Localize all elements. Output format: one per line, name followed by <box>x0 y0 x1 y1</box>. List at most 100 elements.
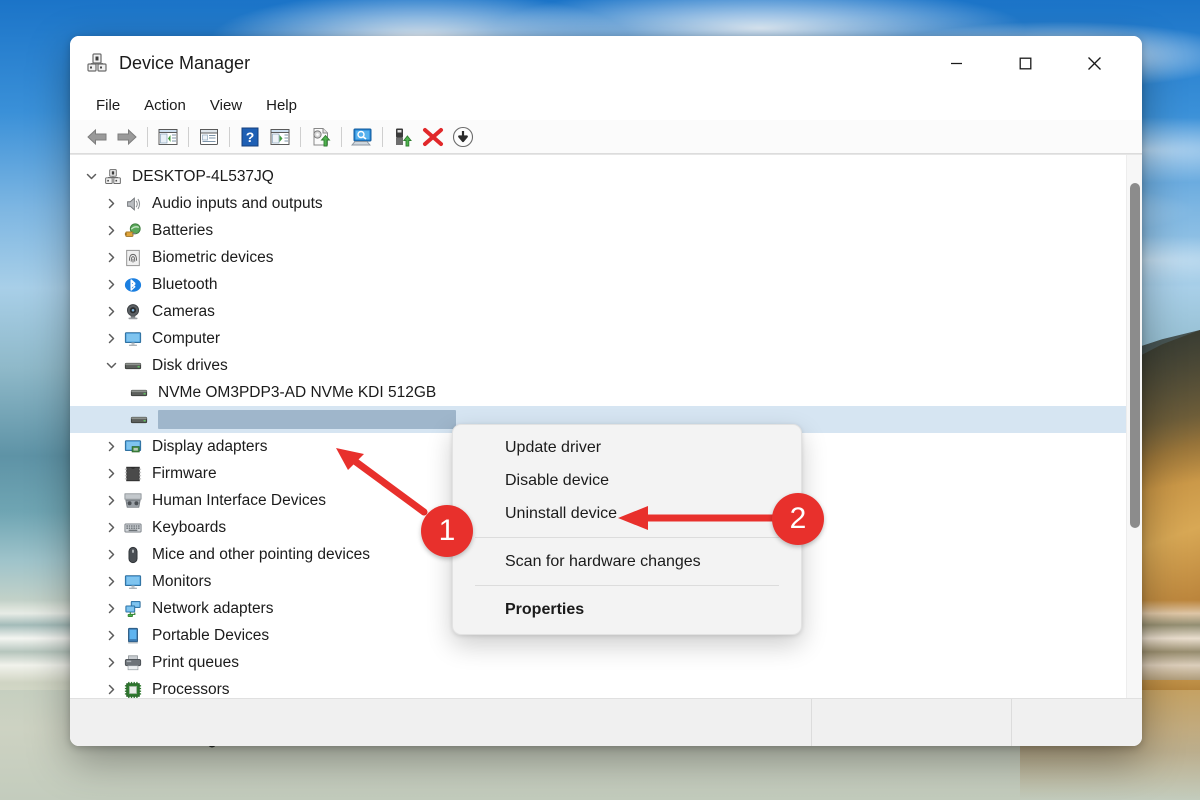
chevron-right-icon[interactable] <box>100 603 122 614</box>
chevron-right-icon[interactable] <box>100 549 122 560</box>
monitor-icon <box>122 573 144 591</box>
enable-device-button[interactable] <box>388 123 418 151</box>
update-driver-icon <box>313 127 331 146</box>
minimize-button[interactable] <box>933 36 980 90</box>
scan-for-hardware-changes-button[interactable] <box>347 123 377 151</box>
chevron-right-icon[interactable] <box>100 333 122 344</box>
tree-row-processors[interactable]: Processors <box>70 676 1126 698</box>
menu-action[interactable]: Action <box>132 95 198 116</box>
maximize-icon <box>1019 57 1032 69</box>
tree-item-label: Network adapters <box>152 599 274 617</box>
disk-drive-icon <box>122 357 144 375</box>
properties-icon <box>200 128 218 145</box>
statusbar-segment-1 <box>70 699 812 746</box>
menu-item-update-driver[interactable]: Update driver <box>453 431 801 464</box>
tree-row-biometric[interactable]: Biometric devices <box>70 244 1126 271</box>
chevron-down-icon[interactable] <box>80 171 102 182</box>
chevron-right-icon[interactable] <box>100 657 122 668</box>
tree-item-label: Bluetooth <box>152 275 218 293</box>
show-hide-console-tree-button[interactable] <box>153 123 183 151</box>
menu-view[interactable]: View <box>198 95 254 116</box>
tree-row-nvme-disk[interactable]: NVMe OM3PDP3-AD NVMe KDI 512GB <box>70 379 1126 406</box>
vertical-scrollbar[interactable] <box>1126 155 1142 698</box>
menu-item-properties[interactable]: Properties <box>453 593 801 626</box>
tree-item-label: Monitors <box>152 572 212 590</box>
help-icon: ? <box>241 127 259 146</box>
tree-item-label: Print queues <box>152 653 240 671</box>
speaker-icon <box>122 195 144 213</box>
toolbar-separator <box>300 126 301 147</box>
human-interface-device-icon <box>122 492 144 510</box>
tree-row-cameras[interactable]: Cameras <box>70 298 1126 325</box>
tree-item-label: Display adapters <box>152 437 268 455</box>
disable-device-icon <box>452 126 474 147</box>
help-button[interactable]: ? <box>235 123 265 151</box>
toolbar-separator <box>188 126 189 147</box>
menu-item-scan-for-hardware-changes[interactable]: Scan for hardware changes <box>453 545 801 578</box>
tree-item-label: Processors <box>152 680 230 698</box>
tree-item-label: Cameras <box>152 302 215 320</box>
printer-icon <box>122 654 144 672</box>
properties-button[interactable] <box>194 123 224 151</box>
chevron-right-icon[interactable] <box>100 468 122 479</box>
bluetooth-icon <box>122 276 144 294</box>
tree-row-print-queues[interactable]: Print queues <box>70 649 1126 676</box>
maximize-button[interactable] <box>1002 36 1049 90</box>
show-hide-action-pane-button[interactable] <box>265 123 295 151</box>
camera-icon <box>122 303 144 321</box>
back-button[interactable] <box>82 123 112 151</box>
desktop-wallpaper: Device Manager File Action View Help ? D… <box>0 0 1200 800</box>
update-driver-button[interactable] <box>306 123 336 151</box>
context-menu[interactable]: Update driver Disable device Uninstall d… <box>452 424 802 635</box>
chevron-right-icon[interactable] <box>100 522 122 533</box>
menu-separator <box>475 537 779 538</box>
chevron-down-icon[interactable] <box>100 360 122 371</box>
forward-button[interactable] <box>112 123 142 151</box>
processor-icon <box>122 681 144 699</box>
tree-row-computer[interactable]: Computer <box>70 325 1126 352</box>
tree-item-label: Disk drives <box>152 356 228 374</box>
tree-row-batteries[interactable]: Batteries <box>70 217 1126 244</box>
chevron-right-icon[interactable] <box>100 306 122 317</box>
scrollbar-thumb[interactable] <box>1130 183 1140 528</box>
chevron-right-icon[interactable] <box>100 495 122 506</box>
chevron-right-icon[interactable] <box>100 198 122 209</box>
disable-device-button[interactable] <box>448 123 478 151</box>
menu-item-uninstall-device[interactable]: Uninstall device <box>453 497 801 530</box>
device-manager-icon <box>86 52 108 74</box>
tree-row-disk-drives[interactable]: Disk drives <box>70 352 1126 379</box>
tree-item-label: Mice and other pointing devices <box>152 545 370 563</box>
disk-drive-icon <box>128 411 150 429</box>
tree-root-label: DESKTOP-4L537JQ <box>132 167 274 185</box>
close-icon <box>1088 56 1101 70</box>
chevron-right-icon[interactable] <box>100 576 122 587</box>
back-icon <box>87 128 107 145</box>
chevron-right-icon[interactable] <box>100 279 122 290</box>
scan-for-hardware-changes-icon <box>351 128 372 145</box>
window-caption-buttons <box>933 36 1142 90</box>
display-adapter-icon <box>122 438 144 456</box>
tree-row-audio[interactable]: Audio inputs and outputs <box>70 190 1126 217</box>
tree-row-root[interactable]: DESKTOP-4L537JQ <box>70 163 1126 190</box>
window-title: Device Manager <box>119 52 251 73</box>
chevron-right-icon[interactable] <box>100 630 122 641</box>
mouse-icon <box>122 546 144 564</box>
menu-help[interactable]: Help <box>254 95 309 116</box>
tree-item-label: Human Interface Devices <box>152 491 327 509</box>
chevron-right-icon[interactable] <box>100 441 122 452</box>
redacted-device-name <box>158 410 456 429</box>
menu-item-disable-device[interactable]: Disable device <box>453 464 801 497</box>
show-hide-action-pane-icon <box>270 128 290 145</box>
chevron-right-icon[interactable] <box>100 684 122 695</box>
chevron-right-icon[interactable] <box>100 252 122 263</box>
tree-item-label: Audio inputs and outputs <box>152 194 323 212</box>
tree-row-bluetooth[interactable]: Bluetooth <box>70 271 1126 298</box>
svg-text:?: ? <box>246 129 255 145</box>
computer-root-icon <box>102 168 124 186</box>
uninstall-device-button[interactable] <box>418 123 448 151</box>
window-titlebar: Device Manager <box>70 36 1142 90</box>
battery-icon <box>122 222 144 240</box>
menu-file[interactable]: File <box>84 95 132 116</box>
close-button[interactable] <box>1071 36 1118 90</box>
chevron-right-icon[interactable] <box>100 225 122 236</box>
